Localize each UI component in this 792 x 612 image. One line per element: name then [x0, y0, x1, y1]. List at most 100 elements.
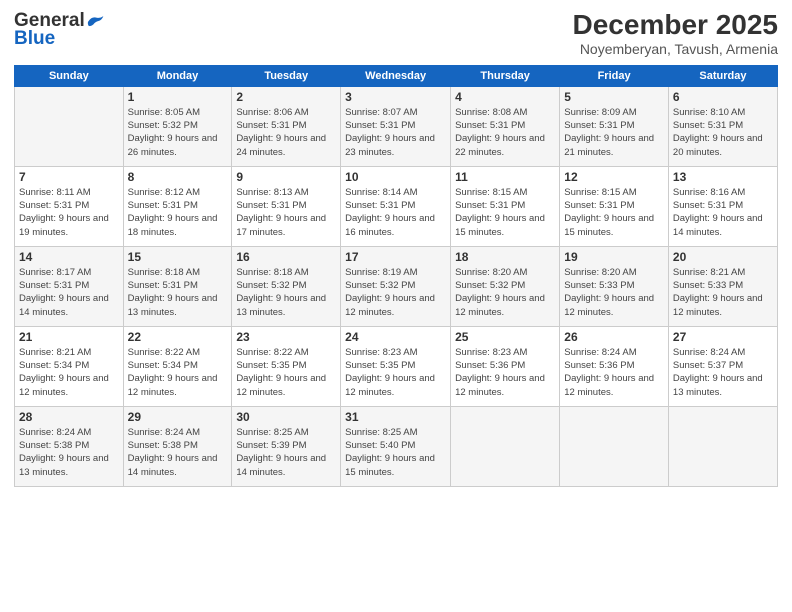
- weekday-header-saturday: Saturday: [668, 65, 777, 86]
- calendar-cell: 24 Sunrise: 8:23 AMSunset: 5:35 PMDayligh…: [341, 326, 451, 406]
- weekday-header-thursday: Thursday: [451, 65, 560, 86]
- day-info: Sunrise: 8:05 AMSunset: 5:32 PMDaylight:…: [128, 106, 228, 159]
- logo: General Blue: [14, 10, 105, 50]
- page: General Blue December 2025 Noyemberyan, …: [0, 0, 792, 612]
- calendar-cell: [668, 406, 777, 486]
- calendar-cell: 28Sunrise: 8:24 AMSunset: 5:38 PMDayligh…: [15, 406, 124, 486]
- calendar-cell: 26Sunrise: 8:24 AMSunset: 5:36 PMDayligh…: [560, 326, 669, 406]
- calendar-cell: [451, 406, 560, 486]
- title-area: December 2025 Noyemberyan, Tavush, Armen…: [573, 10, 778, 57]
- day-info: Sunrise: 8:23 AMSunset: 5:35 PMDaylight:…: [345, 346, 446, 399]
- day-info: Sunrise: 8:13 AMSunset: 5:31 PMDaylight:…: [236, 186, 336, 239]
- day-info: Sunrise: 8:24 AMSunset: 5:38 PMDaylight:…: [19, 426, 119, 479]
- day-info: Sunrise: 8:14 AMSunset: 5:31 PMDaylight:…: [345, 186, 446, 239]
- day-info: Sunrise: 8:08 AMSunset: 5:31 PMDaylight:…: [455, 106, 555, 159]
- day-number: 27: [673, 330, 773, 344]
- calendar-header-row: SundayMondayTuesdayWednesdayThursdayFrid…: [15, 65, 778, 86]
- day-info: Sunrise: 8:25 AMSunset: 5:40 PMDaylight:…: [345, 426, 446, 479]
- calendar-cell: 8 Sunrise: 8:12 AMSunset: 5:31 PMDaylight…: [123, 166, 232, 246]
- day-info: Sunrise: 8:15 AMSunset: 5:31 PMDaylight:…: [564, 186, 664, 239]
- calendar-cell: 7Sunrise: 8:11 AMSunset: 5:31 PMDaylight…: [15, 166, 124, 246]
- logo-blue: Blue: [14, 28, 55, 50]
- day-info: Sunrise: 8:21 AMSunset: 5:33 PMDaylight:…: [673, 266, 773, 319]
- day-number: 25: [455, 330, 555, 344]
- calendar-cell: 27Sunrise: 8:24 AMSunset: 5:37 PMDayligh…: [668, 326, 777, 406]
- day-number: 14: [19, 250, 119, 264]
- day-info: Sunrise: 8:24 AMSunset: 5:36 PMDaylight:…: [564, 346, 664, 399]
- logo-bird-icon: [87, 14, 105, 28]
- calendar-table: SundayMondayTuesdayWednesdayThursdayFrid…: [14, 65, 778, 487]
- calendar-cell: 2 Sunrise: 8:06 AMSunset: 5:31 PMDaylight…: [232, 86, 341, 166]
- header: General Blue December 2025 Noyemberyan, …: [14, 10, 778, 57]
- day-info: Sunrise: 8:18 AMSunset: 5:32 PMDaylight:…: [236, 266, 336, 319]
- day-number: 3: [345, 90, 446, 104]
- day-number: 15: [128, 250, 228, 264]
- day-number: 9: [236, 170, 336, 184]
- day-info: Sunrise: 8:23 AMSunset: 5:36 PMDaylight:…: [455, 346, 555, 399]
- calendar-cell: 14 Sunrise: 8:17 AMSunset: 5:31 PMDayligh…: [15, 246, 124, 326]
- weekday-header-tuesday: Tuesday: [232, 65, 341, 86]
- day-number: 8: [128, 170, 228, 184]
- day-info: Sunrise: 8:20 AMSunset: 5:32 PMDaylight:…: [455, 266, 555, 319]
- calendar-cell: 9 Sunrise: 8:13 AMSunset: 5:31 PMDaylight…: [232, 166, 341, 246]
- day-info: Sunrise: 8:17 AMSunset: 5:31 PMDaylight:…: [19, 266, 119, 319]
- calendar-cell: 5 Sunrise: 8:09 AMSunset: 5:31 PMDaylight…: [560, 86, 669, 166]
- page-subtitle: Noyemberyan, Tavush, Armenia: [573, 41, 778, 57]
- day-number: 16: [236, 250, 336, 264]
- day-number: 12: [564, 170, 664, 184]
- calendar-cell: 4Sunrise: 8:08 AMSunset: 5:31 PMDaylight…: [451, 86, 560, 166]
- day-info: Sunrise: 8:21 AMSunset: 5:34 PMDaylight:…: [19, 346, 119, 399]
- day-number: 11: [455, 170, 555, 184]
- day-info: Sunrise: 8:25 AMSunset: 5:39 PMDaylight:…: [236, 426, 336, 479]
- calendar-cell: 11Sunrise: 8:15 AMSunset: 5:31 PMDayligh…: [451, 166, 560, 246]
- calendar-cell: 1 Sunrise: 8:05 AMSunset: 5:32 PMDaylight…: [123, 86, 232, 166]
- day-number: 22: [128, 330, 228, 344]
- calendar-week-row: 1 Sunrise: 8:05 AMSunset: 5:32 PMDaylight…: [15, 86, 778, 166]
- day-info: Sunrise: 8:22 AMSunset: 5:35 PMDaylight:…: [236, 346, 336, 399]
- calendar-cell: 17Sunrise: 8:19 AMSunset: 5:32 PMDayligh…: [341, 246, 451, 326]
- day-number: 31: [345, 410, 446, 424]
- day-number: 2: [236, 90, 336, 104]
- day-number: 29: [128, 410, 228, 424]
- day-info: Sunrise: 8:09 AMSunset: 5:31 PMDaylight:…: [564, 106, 664, 159]
- day-info: Sunrise: 8:18 AMSunset: 5:31 PMDaylight:…: [128, 266, 228, 319]
- calendar-week-row: 28Sunrise: 8:24 AMSunset: 5:38 PMDayligh…: [15, 406, 778, 486]
- day-number: 7: [19, 170, 119, 184]
- calendar-cell: 3Sunrise: 8:07 AMSunset: 5:31 PMDaylight…: [341, 86, 451, 166]
- day-number: 17: [345, 250, 446, 264]
- calendar-cell: 29 Sunrise: 8:24 AMSunset: 5:38 PMDayligh…: [123, 406, 232, 486]
- day-number: 23: [236, 330, 336, 344]
- day-info: Sunrise: 8:10 AMSunset: 5:31 PMDaylight:…: [673, 106, 773, 159]
- calendar-cell: 16 Sunrise: 8:18 AMSunset: 5:32 PMDayligh…: [232, 246, 341, 326]
- calendar-week-row: 14 Sunrise: 8:17 AMSunset: 5:31 PMDayligh…: [15, 246, 778, 326]
- calendar-cell: 19 Sunrise: 8:20 AMSunset: 5:33 PMDayligh…: [560, 246, 669, 326]
- calendar-cell: 12 Sunrise: 8:15 AMSunset: 5:31 PMDayligh…: [560, 166, 669, 246]
- calendar-cell: 22Sunrise: 8:22 AMSunset: 5:34 PMDayligh…: [123, 326, 232, 406]
- calendar-week-row: 21Sunrise: 8:21 AMSunset: 5:34 PMDayligh…: [15, 326, 778, 406]
- calendar-week-row: 7Sunrise: 8:11 AMSunset: 5:31 PMDaylight…: [15, 166, 778, 246]
- day-info: Sunrise: 8:24 AMSunset: 5:38 PMDaylight:…: [128, 426, 228, 479]
- calendar-cell: 21Sunrise: 8:21 AMSunset: 5:34 PMDayligh…: [15, 326, 124, 406]
- calendar-cell: 13 Sunrise: 8:16 AMSunset: 5:31 PMDayligh…: [668, 166, 777, 246]
- calendar-cell: 20 Sunrise: 8:21 AMSunset: 5:33 PMDayligh…: [668, 246, 777, 326]
- day-number: 19: [564, 250, 664, 264]
- day-info: Sunrise: 8:06 AMSunset: 5:31 PMDaylight:…: [236, 106, 336, 159]
- day-number: 5: [564, 90, 664, 104]
- weekday-header-sunday: Sunday: [15, 65, 124, 86]
- day-number: 24: [345, 330, 446, 344]
- calendar-cell: [560, 406, 669, 486]
- day-number: 13: [673, 170, 773, 184]
- day-info: Sunrise: 8:16 AMSunset: 5:31 PMDaylight:…: [673, 186, 773, 239]
- day-info: Sunrise: 8:12 AMSunset: 5:31 PMDaylight:…: [128, 186, 228, 239]
- weekday-header-friday: Friday: [560, 65, 669, 86]
- calendar-cell: 6 Sunrise: 8:10 AMSunset: 5:31 PMDaylight…: [668, 86, 777, 166]
- day-number: 20: [673, 250, 773, 264]
- calendar-cell: 31 Sunrise: 8:25 AMSunset: 5:40 PMDayligh…: [341, 406, 451, 486]
- day-info: Sunrise: 8:20 AMSunset: 5:33 PMDaylight:…: [564, 266, 664, 319]
- day-number: 30: [236, 410, 336, 424]
- page-title: December 2025: [573, 10, 778, 41]
- weekday-header-monday: Monday: [123, 65, 232, 86]
- day-number: 1: [128, 90, 228, 104]
- calendar-cell: 25 Sunrise: 8:23 AMSunset: 5:36 PMDayligh…: [451, 326, 560, 406]
- day-number: 6: [673, 90, 773, 104]
